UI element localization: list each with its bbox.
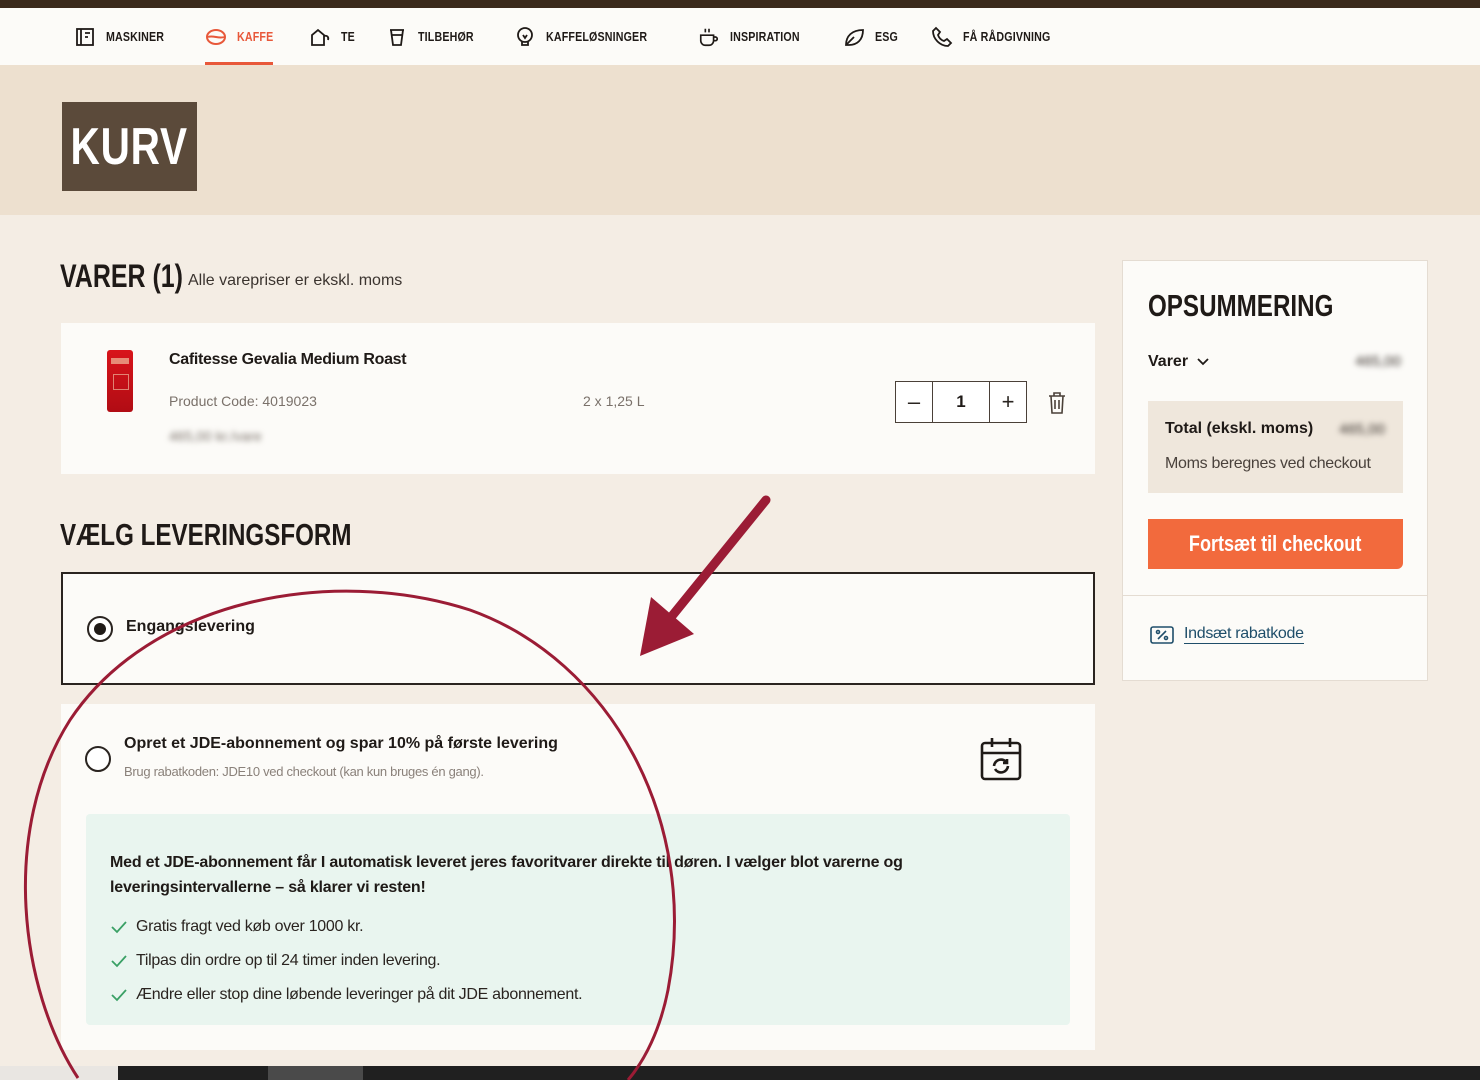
machine-icon (74, 26, 96, 48)
benefit-text: Ændre eller stop dine løbende leveringer… (136, 986, 583, 1003)
delivery-option-one-time[interactable]: Engangslevering (61, 572, 1095, 685)
nav-item-esg[interactable]: ESG (843, 8, 903, 65)
taskbar-segment (268, 1066, 363, 1080)
summary-items-label: Varer (1148, 353, 1189, 370)
nav-item-maskiner[interactable]: MASKINER (74, 8, 177, 65)
nav-label: ESG (874, 29, 898, 44)
nav-item-kaffelosninger[interactable]: KAFFELØSNINGER (514, 8, 669, 65)
chevron-down-icon (1197, 358, 1209, 366)
product-image[interactable] (107, 350, 133, 412)
page-hero (0, 65, 1480, 215)
summary-total-value: 465,00 (1339, 421, 1385, 438)
checkout-button-label: Fortsæt til checkout (1189, 531, 1362, 556)
benefit-item: Gratis fragt ved køb over 1000 kr. (110, 918, 364, 936)
one-time-delivery-radio[interactable] (87, 616, 113, 642)
cart-price-note: Alle varepriser er ekskl. moms (188, 272, 403, 289)
benefit-item: Ændre eller stop dine løbende leveringer… (110, 986, 583, 1004)
summary-total-box: Total (ekskl. moms) 465,00 Moms beregnes… (1148, 401, 1403, 493)
quantity-stepper: – 1 + (895, 381, 1027, 423)
nav-label: TE (341, 29, 356, 44)
subscription-benefits-box: Med et JDE-abonnement får I automatisk l… (86, 814, 1070, 1025)
decrease-quantity-button[interactable]: – (896, 382, 932, 422)
nav-label: KAFFELØSNINGER (546, 29, 648, 44)
benefit-item: Tilpas din ordre op til 24 timer inden l… (110, 952, 441, 970)
tea-icon (309, 26, 331, 48)
checkout-button[interactable]: Fortsæt til checkout (1148, 519, 1403, 569)
product-size: 2 x 1,25 L (583, 393, 645, 409)
summary-items-value: 465,00 (1355, 353, 1401, 370)
summary-vat-note: Moms beregnes ved checkout (1165, 455, 1371, 472)
summary-total-label: Total (ekskl. moms) (1165, 420, 1314, 437)
benefit-text: Gratis fragt ved køb over 1000 kr. (136, 918, 364, 935)
phone-icon (931, 26, 953, 48)
main-navigation: MASKINER KAFFE TE TILBEHØR KAFFELØSNINGE… (0, 8, 1480, 65)
product-name[interactable]: Cafitesse Gevalia Medium Roast (169, 351, 407, 369)
product-code: Product Code: 4019023 (169, 393, 317, 409)
discount-code-link[interactable]: Indsæt rabatkode (1150, 625, 1304, 644)
nav-label: TILBEHØR (418, 29, 475, 44)
summary-items-toggle[interactable]: Varer (1148, 353, 1210, 371)
discount-tag-icon (1150, 625, 1174, 644)
nav-label: KAFFE (236, 29, 274, 44)
top-strip (0, 0, 1480, 8)
nav-item-te[interactable]: TE (309, 8, 358, 65)
cart-item: Cafitesse Gevalia Medium Roast Product C… (61, 323, 1095, 474)
summary-divider (1123, 595, 1427, 596)
nav-label: FÅ RÅDGIVNING (962, 29, 1051, 44)
delivery-option-subscription[interactable]: Opret et JDE-abonnement og spar 10% på f… (61, 704, 1095, 1050)
coffee-bean-icon (205, 26, 227, 48)
check-icon (111, 955, 127, 968)
subscription-label: Opret et JDE-abonnement og spar 10% på f… (124, 735, 558, 752)
product-unit-price: 465,00 kr./vare (169, 428, 262, 444)
subscription-radio[interactable] (85, 746, 111, 772)
nav-item-inspiration[interactable]: INSPIRATION (698, 8, 815, 65)
trash-icon[interactable] (1046, 391, 1068, 415)
summary-title: OPSUMMERING (1148, 288, 1334, 323)
subscription-sub-text: Brug rabatkoden: JDE10 ved checkout (kan… (124, 764, 484, 779)
page-title: KURV (70, 117, 189, 176)
discount-code-label: Indsæt rabatkode (1184, 625, 1304, 644)
one-time-delivery-label: Engangslevering (126, 618, 255, 635)
benefit-text: Tilpas din ordre op til 24 timer inden l… (136, 952, 441, 969)
nav-item-tilbehor[interactable]: TILBEHØR (386, 8, 486, 65)
nav-item-fa-radgivning[interactable]: FÅ RÅDGIVNING (931, 8, 1070, 65)
check-icon (111, 921, 127, 934)
quantity-input[interactable]: 1 (932, 382, 990, 422)
nav-label: INSPIRATION (729, 29, 800, 44)
calendar-refresh-icon (979, 736, 1023, 782)
increase-quantity-button[interactable]: + (990, 382, 1026, 422)
lightbulb-icon (514, 26, 536, 48)
nav-label: MASKINER (106, 29, 165, 44)
delivery-title: VÆLG LEVERINGSFORM (60, 517, 352, 552)
subscription-description: Med et JDE-abonnement får I automatisk l… (110, 854, 903, 896)
page-title-badge: KURV (62, 102, 197, 191)
coffee-cup-icon (698, 26, 720, 48)
cup-icon (386, 26, 408, 48)
nav-item-kaffe[interactable]: KAFFE (204, 8, 281, 65)
taskbar-segment (0, 1066, 118, 1080)
order-summary: OPSUMMERING Varer 465,00 Total (ekskl. m… (1122, 260, 1428, 681)
check-icon (111, 989, 127, 1002)
taskbar-strip (0, 1066, 1480, 1080)
leaf-icon (843, 26, 865, 48)
